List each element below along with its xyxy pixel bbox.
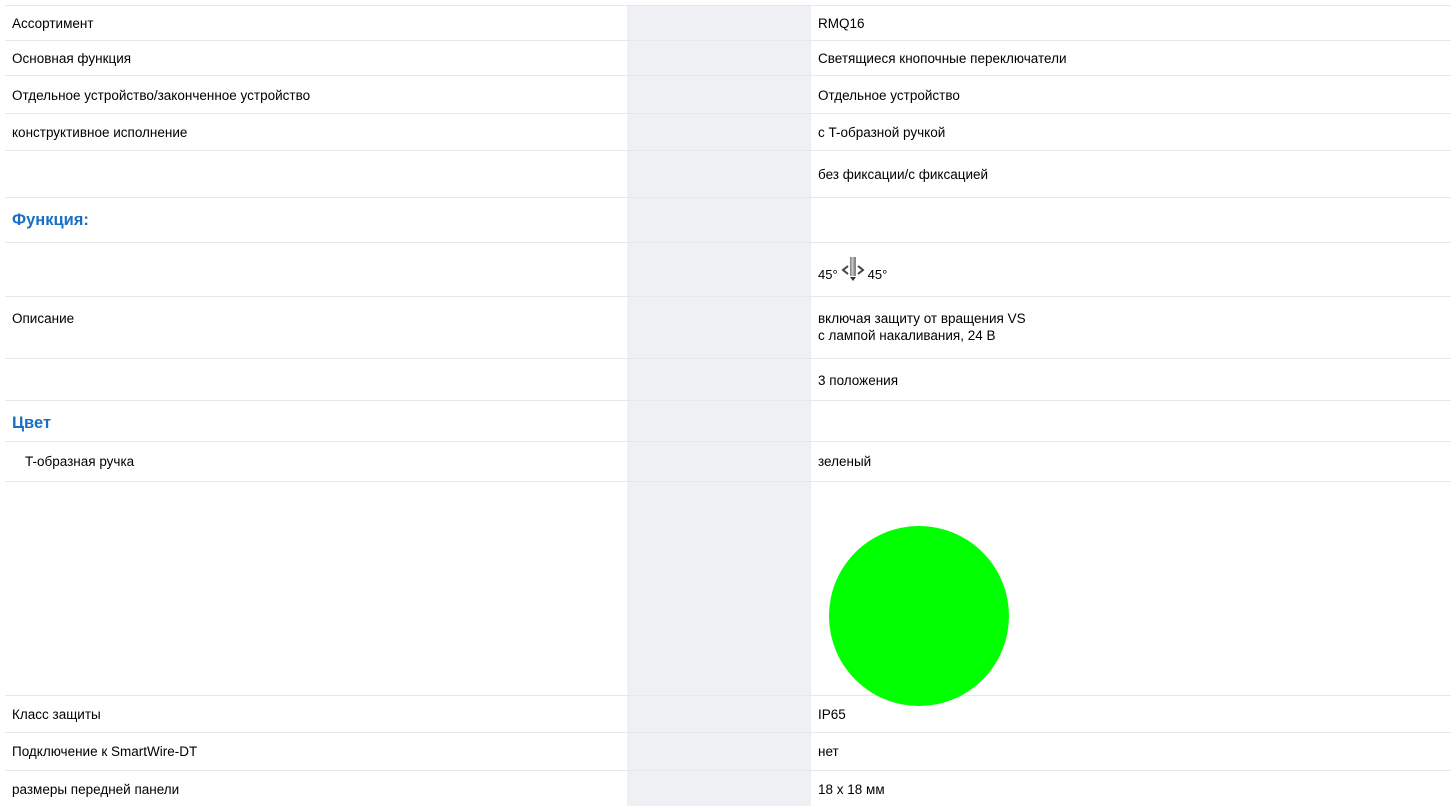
- row-value: RMQ16: [818, 16, 865, 31]
- right-angle: 45°: [867, 267, 888, 282]
- row-value: 3 положения: [818, 373, 899, 388]
- row-value: нет: [818, 744, 839, 759]
- table-row: T-образная ручка зеленый: [5, 442, 1451, 482]
- row-label: размеры передней панели: [12, 782, 180, 797]
- row-label: Подключение к SmartWire-DT: [12, 744, 198, 759]
- table-row: Класс защиты IP65: [5, 696, 1451, 733]
- left-angle: 45°: [818, 267, 838, 282]
- description-line-2: с лампой накаливания, 24 В: [818, 328, 996, 343]
- color-swatch-row: [5, 482, 1451, 706]
- product-attributes-table: Ассортимент RMQ16 Основная функция Светя…: [5, 5, 1451, 806]
- row-label: Основная функция: [12, 51, 132, 66]
- row-value: IP65: [818, 707, 846, 722]
- table-row: без фиксации/с фиксацией: [5, 151, 1451, 198]
- row-label: T-образная ручка: [25, 454, 135, 469]
- row-value: Отдельное устройство: [818, 88, 960, 103]
- table-row: Основная функция Светящиеся кнопочные пе…: [5, 41, 1451, 76]
- t-handle-switch-icon: [841, 257, 865, 281]
- table-row: конструктивное исполнение с T-образной р…: [5, 114, 1451, 151]
- row-value: Светящиеся кнопочные переключатели: [818, 51, 1067, 66]
- section-title-color: Цвет: [12, 414, 52, 432]
- table-row: 3 положения: [5, 359, 1451, 401]
- row-value: без фиксации/с фиксацией: [818, 167, 989, 182]
- function-symbol: 45° 45°: [818, 256, 887, 287]
- table-row: Описание включая защиту от вращения VS с…: [5, 297, 1451, 359]
- row-value: включая защиту от вращения VS с лампой н…: [818, 310, 1026, 344]
- row-label: Ассортимент: [12, 16, 94, 31]
- row-value: с T-образной ручкой: [818, 125, 946, 140]
- row-label: Отдельное устройство/законченное устройс…: [12, 88, 311, 103]
- table-row: Ассортимент RMQ16: [5, 6, 1451, 41]
- section-header-row: Цвет: [5, 401, 1451, 442]
- row-value: 18 x 18 мм: [818, 782, 885, 797]
- green-color-swatch-icon: [829, 526, 1009, 706]
- table-row: размеры передней панели 18 x 18 мм: [5, 771, 1451, 807]
- section-title-function: Функция:: [12, 211, 89, 229]
- row-value: зеленый: [818, 454, 872, 469]
- description-line-1: включая защиту от вращения VS: [818, 311, 1026, 326]
- section-header-row: Функция:: [5, 198, 1451, 243]
- row-label: конструктивное исполнение: [12, 125, 188, 140]
- table-row: Подключение к SmartWire-DT нет: [5, 733, 1451, 771]
- table-row: 45° 45°: [5, 243, 1451, 297]
- table-row: Отдельное устройство/законченное устройс…: [5, 76, 1451, 114]
- row-label: Класс защиты: [12, 707, 101, 722]
- row-label: Описание: [12, 311, 75, 326]
